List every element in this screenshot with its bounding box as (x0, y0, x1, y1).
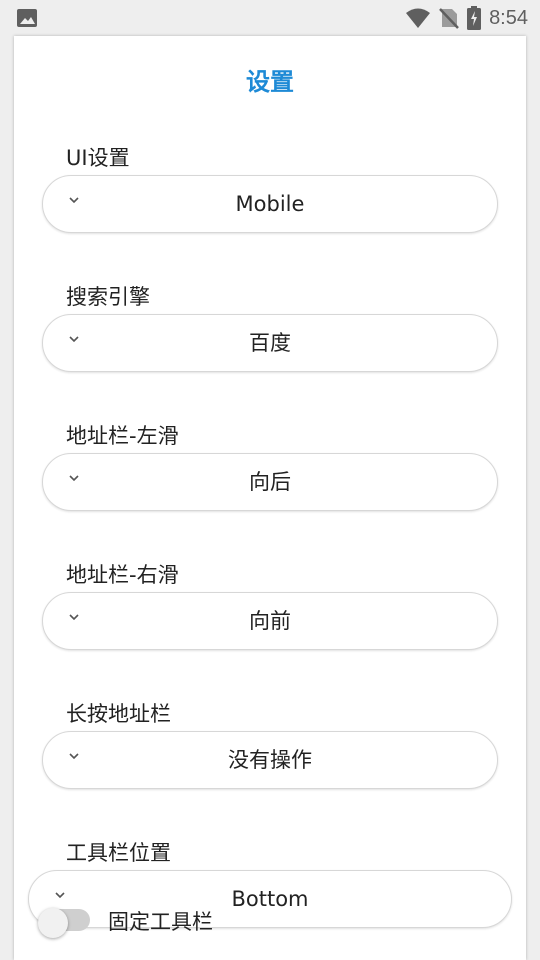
setting-label-swipe-left: 地址栏-左滑 (66, 424, 179, 448)
setting-label-search-engine: 搜索引擎 (66, 285, 150, 309)
clock: 8:54 (489, 6, 528, 29)
toggle-thumb (38, 908, 68, 938)
setting-label-long-press: 长按地址栏 (66, 702, 171, 726)
swipe-right-select[interactable]: 向前 (42, 592, 498, 650)
search-engine-select[interactable]: 百度 (42, 314, 498, 372)
select-value: Bottom (231, 887, 309, 911)
wifi-icon (405, 7, 431, 29)
fixed-toolbar-label: 固定工具栏 (108, 910, 213, 934)
status-icons: 8:54 (405, 6, 528, 30)
battery-charging-icon (467, 6, 482, 30)
status-bar: 8:54 (0, 0, 540, 36)
fixed-toolbar-toggle[interactable] (38, 908, 90, 938)
toolbar-position-select[interactable]: Bottom (28, 870, 512, 928)
long-press-select[interactable]: 没有操作 (42, 731, 498, 789)
settings-dialog: 设置 UI设置 Mobile 搜索引擎 百度 地址栏-左滑 向后 地址栏-右滑 … (14, 36, 526, 960)
dialog-title: 设置 (246, 68, 294, 96)
setting-label-toolbar-position: 工具栏位置 (66, 841, 171, 865)
ui-mode-select[interactable]: Mobile (42, 175, 498, 233)
setting-label-ui: UI设置 (66, 146, 130, 170)
select-value: 没有操作 (228, 748, 312, 772)
select-value: 向前 (249, 609, 291, 633)
select-value: 百度 (249, 331, 291, 355)
setting-label-swipe-right: 地址栏-右滑 (66, 563, 179, 587)
select-value: Mobile (235, 192, 305, 216)
no-sim-icon (439, 7, 459, 29)
select-value: 向后 (249, 470, 291, 494)
swipe-left-select[interactable]: 向后 (42, 453, 498, 511)
image-icon (16, 8, 38, 28)
